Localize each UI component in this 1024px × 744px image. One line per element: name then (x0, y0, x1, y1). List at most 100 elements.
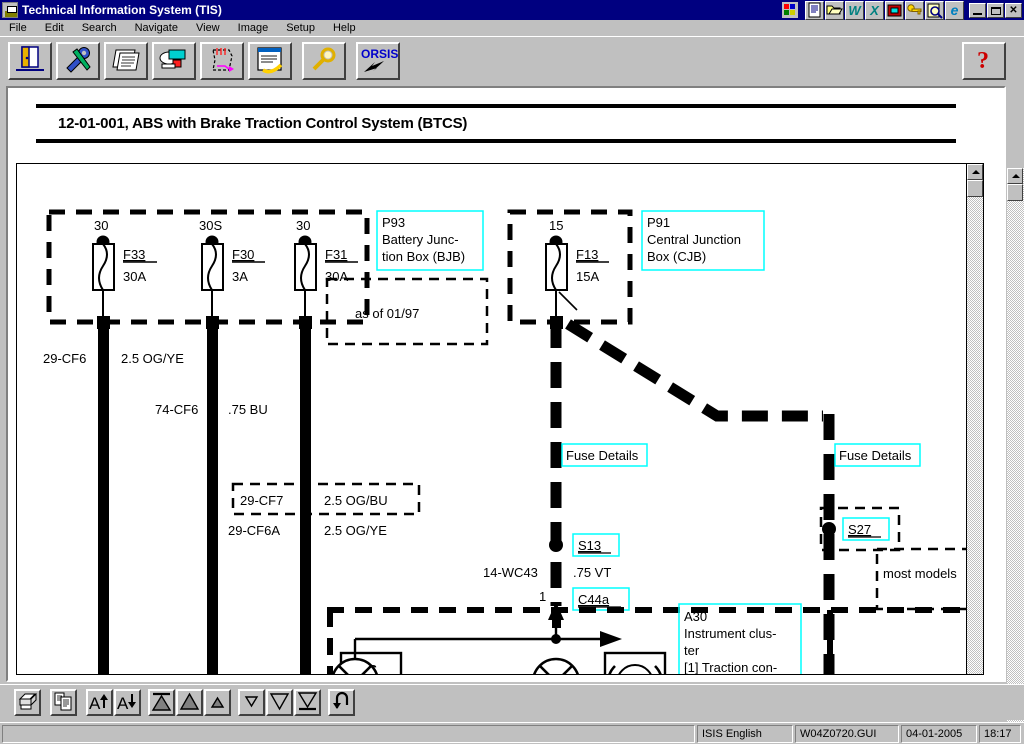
tis-app-icon[interactable] (2, 2, 18, 18)
wiring-button[interactable] (200, 42, 244, 80)
internet-explorer-icon[interactable]: e (945, 0, 964, 20)
tools-button[interactable] (56, 42, 100, 80)
diagram-scroll-thumb[interactable] (967, 180, 983, 197)
exit-button[interactable] (8, 42, 52, 80)
menu-file[interactable]: File (0, 20, 36, 36)
bjb-name-line1: Battery Junc- (382, 232, 459, 247)
wiring-diagram: 30 F33 30A 30S F30 3A 30 F31 30A P93 Bat… (17, 164, 983, 674)
printer-button[interactable] (152, 42, 196, 80)
key-icon[interactable] (905, 0, 924, 20)
bjb-ref: P93 (382, 215, 405, 230)
copy-button[interactable] (50, 689, 77, 716)
notes-button[interactable] (248, 42, 292, 80)
document-header: 12-01-001, ABS with Brake Traction Contr… (36, 104, 956, 143)
module-ref: A30 (684, 609, 707, 624)
splice-s27-label: S27 (848, 522, 871, 537)
splice-s13-label: S13 (578, 538, 601, 553)
fuse-rating-3: 30A (325, 269, 348, 284)
previous-section-button[interactable] (176, 689, 203, 716)
page-title: 12-01-001, ABS with Brake Traction Contr… (58, 115, 468, 132)
documents-icon (112, 49, 140, 71)
search-button[interactable] (302, 42, 346, 80)
restore-button[interactable] (987, 2, 1004, 18)
first-page-button[interactable] (148, 689, 175, 716)
wire-id-29-CF6A: 29-CF6A (228, 523, 280, 538)
orsis-icon: ORSIS (361, 47, 398, 72)
next-page-icon (244, 696, 259, 708)
menu-image[interactable]: Image (229, 20, 278, 36)
svg-text:A: A (89, 694, 101, 712)
status-date: 04-01-2005 (901, 724, 977, 743)
fuse-rating-1: 30A (123, 269, 146, 284)
print-button[interactable] (14, 689, 41, 716)
window-scroll-thumb[interactable] (1007, 184, 1023, 201)
window-controls: ✕ (968, 2, 1022, 18)
note-as-of: as of 01/97 (355, 306, 419, 321)
next-section-icon (269, 693, 290, 711)
svg-text:A: A (117, 694, 129, 712)
orsis-button[interactable]: ORSIS (356, 42, 400, 80)
svg-text:ORSIS: ORSIS (361, 47, 398, 61)
module-line1: Instrument clus- (684, 626, 776, 641)
menu-search[interactable]: Search (73, 20, 126, 36)
find-file-icon[interactable] (925, 0, 944, 20)
status-message-area (2, 724, 695, 743)
fuse-terminal-3: 30 (296, 218, 310, 233)
cjb-fuse-terminal: 15 (549, 218, 563, 233)
wrench-screwdriver-icon (66, 47, 91, 73)
status-time: 18:17 (979, 724, 1021, 743)
back-button[interactable] (328, 689, 355, 716)
open-folder-icon[interactable] (825, 0, 844, 20)
copy-pages-icon (54, 692, 72, 711)
fuse-id-1: F33 (123, 247, 145, 262)
note-most-models: most models (883, 566, 957, 581)
main-toolbar: ORSIS ? (0, 36, 1024, 84)
title-bar: Technical Information System (TIS) W X e… (0, 0, 1024, 20)
next-section-button[interactable] (266, 689, 293, 716)
module-line2: ter (684, 643, 700, 658)
word-icon[interactable]: W (845, 0, 864, 20)
back-arrow-icon (333, 691, 349, 709)
menu-setup[interactable]: Setup (277, 20, 324, 36)
office-shortcut-icon[interactable] (780, 0, 800, 20)
menu-edit[interactable]: Edit (36, 20, 73, 36)
diagram-viewport: 30 F33 30A 30S F30 3A 30 F31 30A P93 Bat… (16, 163, 984, 675)
menu-view[interactable]: View (187, 20, 229, 36)
window-scroll-up-button[interactable] (1007, 168, 1023, 184)
wire-id-74-CF6: 74-CF6 (155, 402, 198, 417)
window-title: Technical Information System (TIS) (22, 3, 222, 17)
excel-icon[interactable]: X (865, 0, 884, 20)
window-vertical-scrollbar[interactable] (1007, 168, 1024, 744)
next-page-button[interactable] (238, 689, 265, 716)
close-button[interactable]: ✕ (1005, 2, 1022, 18)
fuse-terminal-1: 30 (94, 218, 108, 233)
help-button[interactable]: ? (962, 42, 1006, 80)
powerpoint-icon[interactable] (885, 0, 904, 20)
menu-help[interactable]: Help (324, 20, 365, 36)
wire-spec-29-CF6A: 2.5 OG/YE (324, 523, 387, 538)
printer-color-icon (159, 49, 186, 69)
bottom-toolbar: A A (0, 684, 1024, 720)
minimize-button[interactable] (969, 2, 986, 18)
font-decrease-button[interactable]: A (114, 689, 141, 716)
last-page-icon (297, 692, 318, 711)
previous-page-button[interactable] (204, 689, 231, 716)
font-increase-button[interactable]: A (86, 689, 113, 716)
last-page-button[interactable] (294, 689, 321, 716)
wire-spec-14-WC43: .75 VT (573, 565, 611, 580)
font-down-icon: A (117, 694, 136, 712)
menu-navigate[interactable]: Navigate (126, 20, 187, 36)
status-file: W04Z0720.GUI (795, 724, 899, 743)
wiring-diagram-icon (212, 48, 234, 72)
bjb-name-line2: tion Box (BJB) (382, 249, 465, 264)
document-icon[interactable] (805, 0, 824, 20)
diagram-vertical-scrollbar[interactable] (966, 164, 983, 674)
wire-id-14-WC43: 14-WC43 (483, 565, 538, 580)
diagram-scroll-up-button[interactable] (967, 164, 983, 180)
door-exit-icon (16, 46, 44, 71)
prev-section-icon (179, 692, 200, 710)
cjb-name-line2: Box (CJB) (647, 249, 706, 264)
svg-text:?: ? (977, 48, 989, 74)
documents-button[interactable] (104, 42, 148, 80)
notes-pencil-icon (257, 47, 283, 74)
